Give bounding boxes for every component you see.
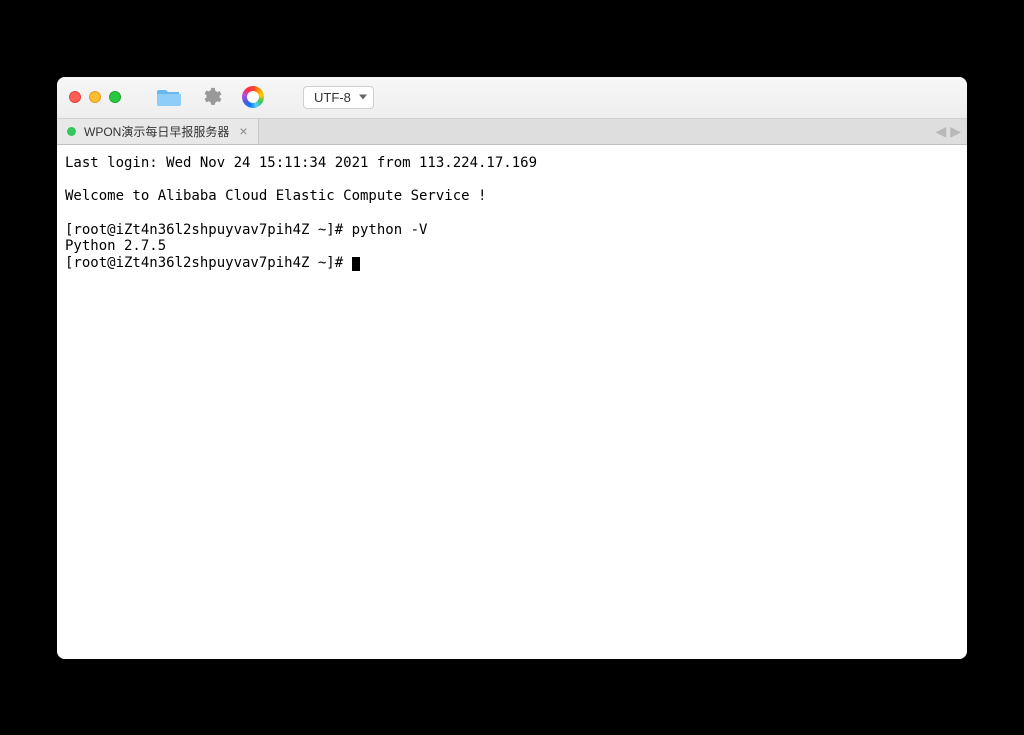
- traffic-lights: [69, 91, 121, 103]
- color-wheel-icon[interactable]: [241, 85, 265, 109]
- tab-active[interactable]: WPON演示每日早报服务器 ×: [57, 119, 259, 144]
- tabbar: WPON演示每日早报服务器 × ◀ ▶: [57, 119, 967, 145]
- close-icon[interactable]: ×: [239, 124, 247, 138]
- encoding-label: UTF-8: [314, 90, 351, 105]
- titlebar: UTF-8: [57, 77, 967, 119]
- terminal-output: Python 2.7.5: [65, 238, 166, 254]
- tab-prev-icon[interactable]: ◀: [935, 123, 946, 140]
- minimize-button[interactable]: [89, 91, 101, 103]
- toolbar-icons: [157, 85, 265, 109]
- terminal-body[interactable]: Last login: Wed Nov 24 15:11:34 2021 fro…: [57, 145, 967, 659]
- cursor: [352, 257, 360, 271]
- terminal-line: Last login: Wed Nov 24 15:11:34 2021 fro…: [65, 155, 537, 171]
- folder-icon[interactable]: [157, 85, 181, 109]
- maximize-button[interactable]: [109, 91, 121, 103]
- terminal-prompt: [root@iZt4n36l2shpuyvav7pih4Z ~]#: [65, 255, 352, 271]
- gear-icon[interactable]: [199, 85, 223, 109]
- tab-title: WPON演示每日早报服务器: [84, 123, 229, 140]
- terminal-prompt: [root@iZt4n36l2shpuyvav7pih4Z ~]# python…: [65, 222, 427, 238]
- terminal-window: UTF-8 WPON演示每日早报服务器 × ◀ ▶ Last login: We…: [57, 77, 967, 659]
- tab-next-icon[interactable]: ▶: [950, 123, 961, 140]
- encoding-select[interactable]: UTF-8: [303, 86, 374, 109]
- terminal-line: Welcome to Alibaba Cloud Elastic Compute…: [65, 188, 486, 204]
- status-dot-icon: [67, 127, 76, 136]
- close-button[interactable]: [69, 91, 81, 103]
- tabbar-nav: ◀ ▶: [935, 119, 961, 144]
